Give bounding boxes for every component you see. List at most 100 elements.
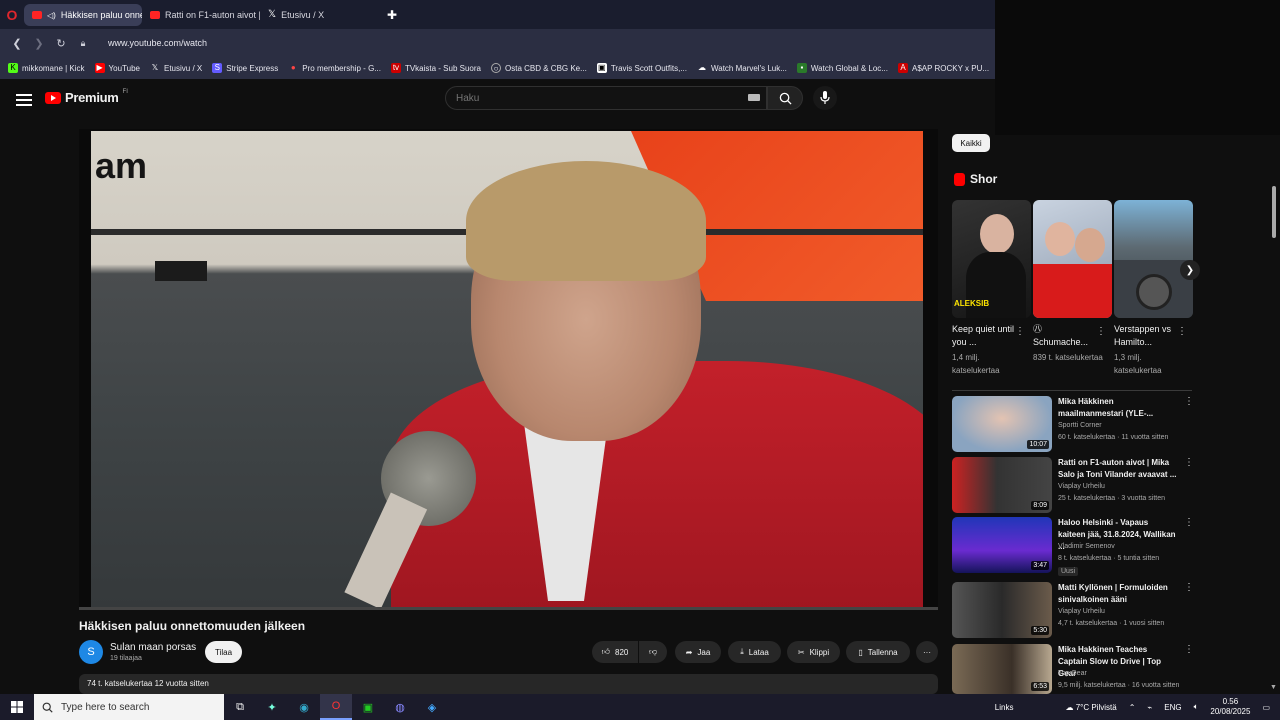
url-field[interactable]: www.youtube.com/watch [108,38,207,48]
list-item[interactable]: 6:53 Mika Hakkinen Teaches Captain Slow … [952,644,1194,694]
discord-icon[interactable]: ◍ [384,694,416,720]
more-actions-button[interactable]: ··· [916,641,938,663]
filter-chip-all[interactable]: Kaikki [952,134,990,152]
more-vertical-icon[interactable]: ⋮ [1015,326,1025,337]
recommended-channel[interactable]: Viaplay Urheilu [1058,483,1105,490]
back-arrow-icon[interactable]: ❮ [6,37,28,50]
short-thumbnail[interactable] [1114,200,1193,318]
short-thumbnail[interactable] [1033,200,1112,318]
chevron-up-icon[interactable]: ⌃ [1129,703,1136,712]
page-scrollbar-thumb[interactable] [1272,186,1276,238]
bookmark-cbd[interactable]: ○ Osta CBD & CBG Ke... [491,63,587,73]
list-item[interactable]: 8:09 Ratti on F1-auton aivot | Mika Salo… [952,457,1194,515]
bookmark-marvel[interactable]: ☁ Watch Marvel's Luk... [697,63,787,73]
video-thumbnail[interactable]: 6:53 [952,644,1052,694]
scroll-down-arrow-icon[interactable]: ▼ [1270,684,1277,691]
spreadsheet-app-icon[interactable]: ▣ [352,694,384,720]
list-item[interactable]: 5:30 Matti Kyllönen | Formuloiden siniva… [952,582,1194,640]
recommended-title[interactable]: Ratti on F1-auton aivot | Mika Salo ja T… [1058,457,1178,481]
youtube-play-logo-icon [45,91,61,104]
video-thumbnail[interactable]: 3:47 [952,517,1052,573]
video-progress-bar[interactable] [79,607,938,610]
lock-icon[interactable]: 🔒︎ [72,38,94,49]
search-button[interactable] [767,86,803,110]
list-item[interactable]: 10:07 Mika Häkkinen maailmanmestari (YLE… [952,396,1194,454]
youtube-premium-logo[interactable]: Premium FI [45,89,128,105]
shorts-next-chevron-icon[interactable]: ❯ [1180,260,1200,280]
more-vertical-icon[interactable]: ⋮ [1096,326,1106,337]
links-toolbar[interactable]: Links [995,703,1014,712]
bookmark-label: YouTube [108,63,140,73]
language-indicator[interactable]: ENG [1164,703,1181,712]
channel-avatar[interactable]: S [79,640,103,664]
like-button[interactable]: 👍︎ 820 [592,641,638,663]
short-title[interactable]: Verstappen vs Hamilto... [1114,323,1180,349]
video-player[interactable]: am [79,129,938,610]
network-icon[interactable]: ⌁ [1147,703,1152,712]
clip-button[interactable]: ✂ Klippi [787,641,840,663]
search-box [445,86,767,110]
channel-name[interactable]: Sulan maan porsas [110,642,196,653]
recommended-channel[interactable]: Top Gear [1058,670,1087,677]
task-view-icon[interactable]: ⧉ [224,694,256,720]
recommended-title[interactable]: Matti Kyllönen | Formuloiden sinivalkoin… [1058,582,1178,606]
bookmark-asap[interactable]: A A$AP ROCKY x PU... [897,63,989,73]
short-thumbnail[interactable]: ALEKSIB [952,200,1031,318]
recommended-title[interactable]: Mika Häkkinen maailmanmestari (YLE-... [1058,396,1178,420]
video-thumbnail[interactable]: 8:09 [952,457,1052,513]
bookmark-youtube[interactable]: ▶ YouTube [94,63,140,73]
more-vertical-icon[interactable]: ⋮ [1177,326,1187,337]
video-thumbnail[interactable]: 5:30 [952,582,1052,638]
save-button[interactable]: ▯ Tallenna [846,641,910,663]
tab-ratti[interactable]: Ratti on F1-auton aivot | [142,4,260,26]
bookmark-label: Etusivu / X [163,63,203,73]
notification-icon[interactable]: ▭ [1262,703,1270,712]
voice-search-button[interactable] [813,86,837,110]
bookmark-x[interactable]: 𝕏 Etusivu / X [150,63,202,73]
bookmark-tvkaista[interactable]: tv TVkaista - Sub Suora [390,63,481,73]
bookmark-label: Osta CBD & CBG Ke... [505,63,587,73]
tab-etusivu-x[interactable]: 𝕏 Etusivu / X [260,4,378,26]
more-vertical-icon[interactable]: ⋮ [1184,517,1194,528]
more-vertical-icon[interactable]: ⋮ [1184,644,1194,655]
weather-widget[interactable]: ☁ 7°C Pilvistä [1065,703,1116,712]
download-button[interactable]: ⤓ Lataa [728,641,781,663]
more-vertical-icon[interactable]: ⋮ [1184,457,1194,468]
bookmark-travis-scott[interactable]: ▣ Travis Scott Outfits,... [596,63,687,73]
video-thumbnail[interactable]: 10:07 [952,396,1052,452]
hamburger-menu-icon[interactable] [16,91,32,106]
windows-start-icon[interactable] [0,694,34,720]
short-title[interactable]: Keep quiet until you ... [952,323,1018,349]
keyboard-icon[interactable] [748,94,760,101]
more-vertical-icon[interactable]: ⋮ [1184,396,1194,407]
speaker-icon[interactable]: 🔈︎ [1194,702,1199,712]
list-item[interactable]: 3:47 Haloo Helsinki - Vapaus kaiteen jää… [952,517,1194,576]
bookmark-global[interactable]: ▪ Watch Global & Loc... [796,63,888,73]
audio-playing-icon[interactable]: ◁) [47,11,56,20]
tab-hakkisen-paluu[interactable]: ◁) Häkkisen paluu onnet [24,3,142,26]
forward-arrow-icon[interactable]: ❯ [28,37,50,50]
share-button[interactable]: ➦ Jaa [675,641,721,663]
recommended-channel[interactable]: Vladimir Semenov [1058,543,1115,550]
opera-browser-icon[interactable]: O [320,694,352,720]
bookmark-pro-membership[interactable]: ● Pro membership - G... [288,63,381,73]
recommended-channel[interactable]: Viaplay Urheilu [1058,608,1105,615]
taskbar-search[interactable]: Type here to search [34,694,224,720]
edge-browser-icon[interactable]: ◉ [288,694,320,720]
bookmark-label: mikkomane | Kick [22,63,85,73]
new-tab-plus-icon[interactable]: ✚ [382,8,402,22]
recommended-channel[interactable]: Sportti Corner [1058,422,1102,429]
dislike-button[interactable]: 👎︎ [639,641,667,663]
description-box[interactable]: 74 t. katselukertaa 12 vuotta sitten [79,674,938,694]
subscribe-button[interactable]: Tilaa [205,641,242,663]
opera-logo-icon[interactable]: O [0,0,24,29]
copilot-icon[interactable]: ✦ [256,694,288,720]
search-input[interactable] [456,92,736,104]
clock[interactable]: 0.56 20/08/2025 [1210,697,1250,717]
more-vertical-icon[interactable]: ⋮ [1184,582,1194,593]
bookmark-kick[interactable]: Kmikkomane | Kick [8,63,85,73]
bookmark-stripe[interactable]: S Stripe Express [212,63,278,73]
app-icon[interactable]: ◈ [416,694,448,720]
reload-icon[interactable]: ↻ [50,37,72,50]
short-title-block[interactable]: ㊇ Schumache... [1033,323,1099,349]
